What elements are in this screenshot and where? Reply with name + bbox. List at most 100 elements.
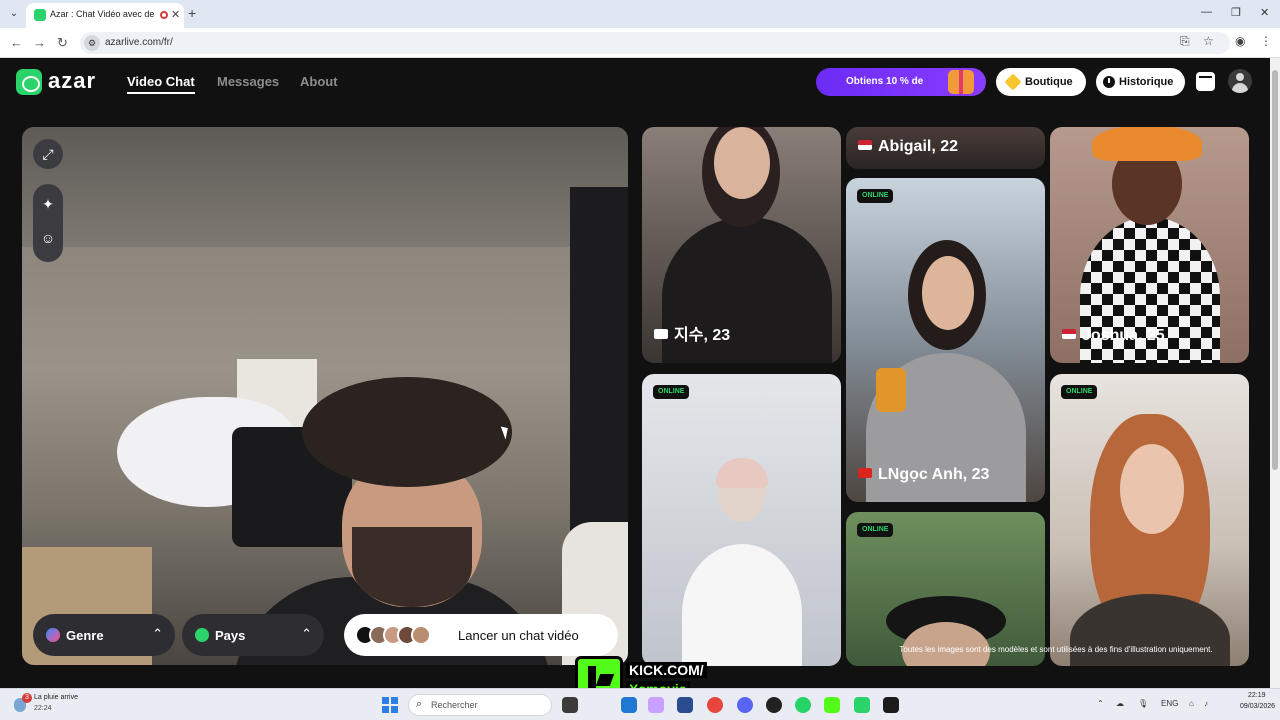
flag-kr-icon — [654, 329, 668, 339]
chrome-icon[interactable] — [707, 697, 723, 713]
back-arrow-icon[interactable]: ← — [10, 35, 23, 50]
weather-title[interactable]: La pluie arrive — [34, 694, 78, 701]
start-video-chat-button[interactable]: Lancer un chat vidéo — [344, 614, 618, 656]
cloud-icon[interactable]: ☁ — [1116, 699, 1124, 708]
tray-chevron-up-icon[interactable]: ⌃ — [1097, 699, 1104, 708]
chevron-up-icon: ⌃ — [152, 626, 163, 641]
kick-overlay-line1: KICK.COM/ — [626, 662, 707, 678]
language-indicator[interactable]: ENG — [1161, 699, 1178, 708]
network-icon[interactable]: ⌂ — [1189, 699, 1194, 708]
gift-box-icon — [948, 70, 974, 94]
taskbar-clock-date[interactable]: 09/03/2026 — [1240, 703, 1275, 710]
online-badge: ONLINE — [653, 385, 690, 399]
windows-start-icon[interactable] — [382, 697, 398, 713]
taskbar-search-input[interactable]: ⌕ Rechercher — [408, 694, 552, 716]
shop-button[interactable]: Boutique — [996, 68, 1086, 96]
profile-card-jisu[interactable]: 지수, 23 — [642, 127, 841, 363]
history-button[interactable]: Historique — [1096, 68, 1185, 96]
tab-close-icon[interactable]: ✕ — [171, 8, 180, 21]
android-app-icon[interactable] — [854, 697, 870, 713]
clock-icon — [1103, 76, 1115, 88]
country-filter-button[interactable]: Pays ⌃ — [182, 614, 324, 656]
nav-video-chat[interactable]: Video Chat — [127, 74, 195, 89]
card-name-ngoc-anh: LNgọc Anh, 23 — [858, 466, 989, 484]
install-app-icon[interactable]: ⎘ — [1180, 34, 1190, 49]
profile-card-abigail[interactable]: Abigail, 22 — [846, 127, 1045, 169]
azar-favicon-icon — [34, 9, 46, 21]
terminal-app-icon[interactable] — [883, 697, 899, 713]
profile-card-joshua[interactable]: Joshua, 25 — [1050, 127, 1249, 363]
online-badge: ONLINE — [1061, 385, 1098, 399]
effects-toolbar: ✦ ☺ — [33, 184, 63, 262]
profile-card-ngoc-anh[interactable]: ONLINE LNgọc Anh, 23 — [846, 178, 1045, 502]
profile-card-winter[interactable]: ONLINE — [642, 374, 841, 666]
flag-us-icon — [858, 140, 872, 150]
bookmark-star-icon[interactable]: ☆ — [1203, 34, 1214, 48]
fullscreen-icon[interactable]: ⤢ — [33, 139, 63, 169]
new-tab-button[interactable]: + — [188, 5, 196, 21]
shop-label: Boutique — [1025, 76, 1073, 88]
browser-tab-bar: ⌄ Azar : Chat Vidéo avec de n ✕ + — ❐ ✕ — [0, 0, 1280, 28]
weather-badge: 3 — [22, 693, 32, 703]
browser-menu-icon[interactable]: ⋮ — [1260, 34, 1272, 48]
nav-about[interactable]: About — [300, 74, 338, 89]
profile-card-hat[interactable]: ONLINE — [846, 512, 1045, 666]
profile-icon[interactable]: ◉ — [1235, 34, 1245, 48]
country-label: Pays — [215, 628, 246, 643]
obs-icon[interactable] — [766, 697, 782, 713]
card-name-jisu: 지수, 23 — [654, 321, 730, 345]
page-scrollbar[interactable] — [1270, 58, 1280, 688]
discord-icon[interactable] — [737, 697, 753, 713]
taskbar-clock-time[interactable]: 22:19 — [1248, 692, 1266, 699]
restore-icon[interactable]: ❐ — [1231, 6, 1241, 19]
address-bar[interactable]: ⚙ azarlive.com/fr/ — [80, 32, 1230, 54]
magic-wand-icon[interactable]: ✦ — [33, 196, 63, 213]
recording-icon — [160, 11, 168, 19]
browser-toolbar: ← → ↻ ⚙ azarlive.com/fr/ ⎘ ☆ ◉ ⋮ — [0, 28, 1280, 58]
chevron-up-icon: ⌃ — [301, 626, 312, 641]
promo-banner-button[interactable]: Obtiens 10 % de — [816, 68, 986, 96]
task-view-icon[interactable] — [562, 697, 578, 713]
reload-icon[interactable]: ↻ — [57, 35, 68, 51]
online-badge: ONLINE — [857, 189, 894, 203]
site-info-icon[interactable]: ⚙ — [84, 35, 100, 51]
gender-label: Genre — [66, 628, 104, 643]
gender-filter-button[interactable]: Genre ⌃ — [33, 614, 175, 656]
avatar-stack — [355, 625, 437, 645]
start-video-chat-label: Lancer un chat vidéo — [458, 628, 579, 643]
flag-vn-icon — [858, 468, 872, 478]
copilot-icon[interactable] — [648, 697, 664, 713]
user-avatar[interactable] — [1228, 69, 1252, 93]
face-filter-icon[interactable]: ☺ — [33, 230, 63, 246]
azar-page: azar Video Chat Messages About Obtiens 1… — [0, 58, 1280, 688]
whatsapp-icon[interactable] — [795, 697, 811, 713]
edge-icon[interactable] — [621, 697, 637, 713]
store-icon[interactable] — [677, 697, 693, 713]
card-name-abigail: Abigail, 22 — [858, 138, 958, 156]
nav-active-underline — [127, 92, 195, 94]
azar-logo-text[interactable]: azar — [48, 68, 96, 94]
minimize-icon[interactable]: — — [1201, 6, 1212, 18]
tab-list-chevron-icon[interactable]: ⌄ — [6, 6, 22, 22]
webcam-preview: ⤢ ✦ ☺ Genre ⌃ Pays ⌃ Lancer un chat vidé… — [22, 127, 628, 665]
weather-time: 22:24 — [34, 705, 52, 712]
tab-title: Azar : Chat Vidéo avec de n — [50, 9, 154, 19]
kick-app-icon[interactable] — [824, 697, 840, 713]
forward-arrow-icon[interactable]: → — [33, 35, 46, 50]
flag-us-icon — [1062, 329, 1076, 339]
microphone-icon[interactable]: 🎙 — [1138, 699, 1148, 708]
windows-taskbar: 3 La pluie arrive 22:24 ⌕ Rechercher ⌃ ☁… — [0, 688, 1280, 720]
browser-tab-active[interactable]: Azar : Chat Vidéo avec de n ✕ — [26, 3, 184, 28]
inbox-icon[interactable] — [1196, 72, 1215, 91]
nav-messages[interactable]: Messages — [217, 74, 279, 89]
window-close-icon[interactable]: ✕ — [1260, 6, 1269, 19]
profile-card-redhead[interactable]: ONLINE — [1050, 374, 1249, 666]
gem-icon — [1004, 73, 1022, 91]
card-name-joshua: Joshua, 25 — [1062, 327, 1165, 345]
url-text[interactable]: azarlive.com/fr/ — [105, 37, 173, 48]
globe-icon — [195, 628, 209, 642]
scrollbar-thumb[interactable] — [1272, 70, 1278, 470]
volume-icon[interactable]: ♪ — [1204, 699, 1208, 708]
gender-icon — [46, 628, 60, 642]
azar-logo-icon[interactable] — [16, 69, 42, 95]
